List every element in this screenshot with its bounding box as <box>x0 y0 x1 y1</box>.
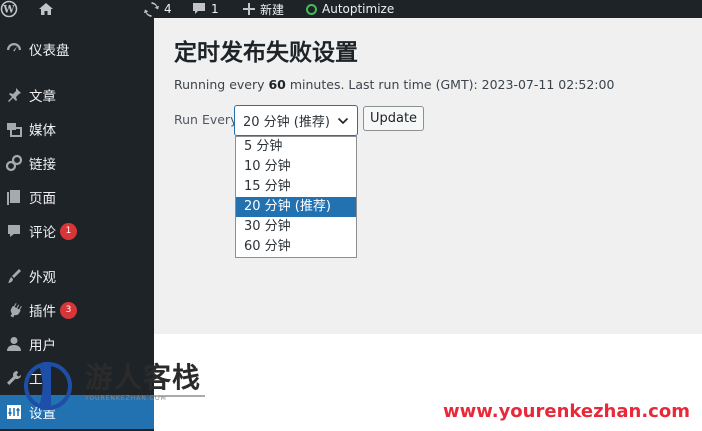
status-ring-icon <box>306 3 317 15</box>
run-info-suffix: minutes. Last run time (GMT): 2023-07-11… <box>285 77 615 92</box>
chevron-down-icon <box>337 117 349 125</box>
sidebar-item-appearance[interactable]: 外观 <box>0 259 154 293</box>
updates-count: 4 <box>164 2 172 16</box>
interval-option[interactable]: 15 分钟 <box>236 177 356 197</box>
interval-dropdown-list: 5 分钟 10 分钟 15 分钟 20 分钟 (推荐) 30 分钟 60 分钟 <box>235 136 357 258</box>
run-info-prefix: Running every <box>174 77 269 92</box>
sidebar-item-label: 插件 <box>29 304 56 320</box>
sidebar-item-links[interactable]: 链接 <box>0 146 154 180</box>
sidebar-item-label: 评论 <box>29 225 56 241</box>
update-button[interactable]: Update <box>363 106 424 131</box>
sidebar-item-label: 媒体 <box>29 123 56 139</box>
watermark-brand: 游人客栈 <box>85 361 202 394</box>
sidebar-item-label: 仪表盘 <box>29 43 70 59</box>
sidebar-item-label: 链接 <box>29 157 56 173</box>
media-icon <box>0 120 29 138</box>
admin-bar: W 4 1 新建 Autoptimize <box>0 0 702 18</box>
main-content: 定时发布失败设置 Running every 60 minutes. Last … <box>154 18 702 334</box>
pin-icon <box>0 86 29 104</box>
sidebar-item-pages[interactable]: 页面 <box>0 180 154 214</box>
interval-option[interactable]: 30 分钟 <box>236 217 356 237</box>
interval-selected-value: 20 分钟 (推荐) <box>243 115 330 130</box>
sidebar-item-comments[interactable]: 评论 1 <box>0 214 154 248</box>
comments-button[interactable]: 1 <box>192 0 219 18</box>
updates-button[interactable]: 4 <box>144 0 172 18</box>
new-label: 新建 <box>260 2 285 17</box>
home-icon[interactable] <box>38 0 54 18</box>
wordpress-logo-icon[interactable]: W <box>0 0 18 18</box>
dashboard-icon <box>0 40 29 58</box>
run-interval-value: 60 <box>268 77 286 92</box>
sidebar-item-plugins[interactable]: 插件 3 <box>0 293 154 327</box>
plugin-icon <box>0 301 29 319</box>
interval-option[interactable]: 10 分钟 <box>236 157 356 177</box>
watermark-sub: YOURENKEZHAN.COM <box>85 395 167 402</box>
sidebar-item-label: 外观 <box>29 270 56 286</box>
sidebar-item-dashboard[interactable]: 仪表盘 <box>0 32 154 66</box>
comment-bubble-icon <box>193 3 205 14</box>
svg-text:W: W <box>2 5 15 16</box>
comments-badge: 1 <box>60 222 77 240</box>
interval-option[interactable]: 5 分钟 <box>236 137 356 157</box>
run-every-label: Run Every <box>174 112 238 127</box>
page-title: 定时发布失败设置 <box>174 40 358 66</box>
interval-select[interactable]: 20 分钟 (推荐) <box>234 105 358 136</box>
sidebar-item-label: 文章 <box>29 89 56 105</box>
brush-icon <box>0 267 29 285</box>
new-content-button[interactable]: 新建 <box>243 0 284 18</box>
autoptimize-label: Autoptimize <box>322 2 395 16</box>
comments-count: 1 <box>211 2 219 16</box>
sidebar-item-posts[interactable]: 文章 <box>0 78 154 112</box>
watermark-url: www.yourenkezhan.com <box>443 401 690 422</box>
sidebar-item-label: 页面 <box>29 191 56 207</box>
comment-icon <box>0 222 29 240</box>
page-icon <box>0 188 29 206</box>
run-info: Running every 60 minutes. Last run time … <box>174 77 614 92</box>
interval-option[interactable]: 60 分钟 <box>236 237 356 257</box>
sidebar-item-media[interactable]: 媒体 <box>0 112 154 146</box>
interval-option-selected[interactable]: 20 分钟 (推荐) <box>236 197 356 217</box>
link-icon <box>0 154 29 172</box>
plus-icon <box>243 3 255 15</box>
updates-icon <box>144 1 159 17</box>
autoptimize-menu[interactable]: Autoptimize <box>306 0 394 18</box>
plugins-badge: 3 <box>60 301 77 319</box>
